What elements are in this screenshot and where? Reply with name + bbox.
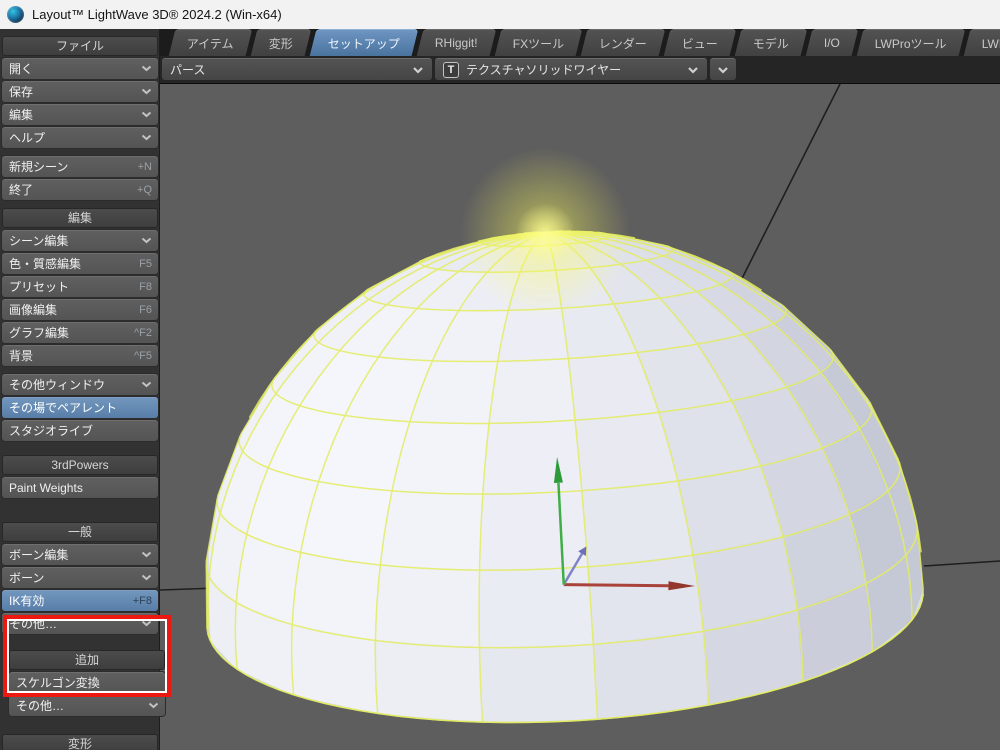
tab-label: アイテム (187, 35, 234, 52)
sidebar-item[interactable]: 新規シーン+N (2, 156, 158, 177)
tab-モデル[interactable]: モデル (735, 29, 808, 56)
tab-label: RHiggit! (435, 36, 478, 50)
sidebar-item[interactable]: IK有効+F8 (2, 590, 158, 611)
sidebar-section-general: 一般ボーン編集ボーンIK有効+F8その他… (2, 522, 158, 636)
render-mode-label: テクスチャソリッドワイヤー (466, 61, 687, 78)
sidebar-item[interactable]: ヘルプ (2, 127, 158, 148)
sidebar-item[interactable]: その他… (2, 613, 158, 634)
tab-label: LWProプリセット (982, 35, 1000, 52)
shortcut-label: +F8 (133, 595, 152, 607)
chevron-down-icon (148, 702, 159, 709)
sidebar-item[interactable]: グラフ編集^F2 (2, 322, 158, 343)
chevron-down-icon (141, 574, 152, 581)
tab-RHiggit![interactable]: RHiggit! (416, 29, 495, 56)
section-header: 変形 (2, 734, 158, 750)
tab-label: モデル (753, 35, 789, 52)
section-divider (2, 368, 158, 372)
sidebar-item[interactable]: その場でペアレント (2, 397, 158, 418)
title-bar: Layout™ LightWave 3D® 2024.2 (Win-x64) (0, 0, 1000, 29)
sidebar-item[interactable]: 開く (2, 58, 158, 79)
sidebar-section-file: ファイル開く保存編集ヘルプ新規シーン+N終了+Q (2, 36, 158, 202)
sidebar-item[interactable]: 保存 (2, 81, 158, 102)
chevron-down-icon (141, 111, 152, 118)
sidebar-item[interactable]: 終了+Q (2, 179, 158, 200)
sidebar-item[interactable]: 画像編集F6 (2, 299, 158, 320)
lightwave-logo-icon (7, 6, 24, 23)
chevron-down-icon (717, 66, 729, 74)
section-header: 一般 (2, 522, 158, 542)
chevron-down-icon (141, 88, 152, 95)
window-title: Layout™ LightWave 3D® 2024.2 (Win-x64) (32, 7, 282, 22)
viewport-options-button[interactable] (710, 58, 736, 80)
tab-変形[interactable]: 変形 (250, 29, 311, 56)
tab-アイテム[interactable]: アイテム (169, 29, 253, 56)
render-mode-dropdown[interactable]: T テクスチャソリッドワイヤー (435, 58, 707, 80)
shortcut-label: ^F2 (134, 327, 152, 339)
sidebar-item[interactable]: スケルゴン変換 (9, 672, 165, 693)
sidebar-item[interactable]: シーン編集 (2, 230, 158, 251)
sidebar-item[interactable]: その他… (9, 695, 165, 716)
sidebar-item[interactable]: 色・質感編集F5 (2, 253, 158, 274)
sidebar-item[interactable]: ボーン (2, 567, 158, 588)
chevron-down-icon (141, 65, 152, 72)
sidebar-item[interactable]: スタジオライブ (2, 420, 158, 441)
texture-mode-icon: T (443, 62, 459, 78)
sidebar-item[interactable]: ボーン編集 (2, 544, 158, 565)
tab-レンダー[interactable]: レンダー (581, 29, 666, 56)
section-header: 編集 (2, 208, 158, 228)
sidebar-item[interactable]: プリセットF8 (2, 276, 158, 297)
app-window: Layout™ LightWave 3D® 2024.2 (Win-x64) ア… (0, 0, 1000, 750)
tab-LWProツール[interactable]: LWProツール (857, 29, 966, 56)
command-sidebar: ファイル開く保存編集ヘルプ新規シーン+N終了+Q編集シーン編集色・質感編集F5プ… (0, 29, 160, 750)
chevron-down-icon (141, 551, 152, 558)
chevron-down-icon (412, 66, 424, 74)
tab-label: ビュー (682, 35, 718, 52)
viewport-3d[interactable] (160, 84, 1000, 750)
view-mode-dropdown[interactable]: パース (162, 58, 432, 80)
section-header: ファイル (2, 36, 158, 56)
tab-label: レンダー (599, 35, 647, 52)
tab-label: 変形 (269, 35, 293, 52)
sidebar-section-edit: 編集シーン編集色・質感編集F5プリセットF8画像編集F6グラフ編集^F2背景^F… (2, 208, 158, 443)
section-header: 追加 (9, 650, 165, 670)
viewport-toolbar: パース T テクスチャソリッドワイヤー (160, 56, 1000, 84)
sidebar-section-deform: 変形 (2, 734, 158, 750)
shortcut-label: ^F5 (134, 350, 152, 362)
chevron-down-icon (141, 134, 152, 141)
sidebar-item[interactable]: 背景^F5 (2, 345, 158, 366)
shortcut-label: +N (138, 161, 152, 173)
shortcut-label: F5 (139, 258, 152, 270)
shortcut-label: F8 (139, 281, 152, 293)
shortcut-label: F6 (139, 304, 152, 316)
sidebar-item[interactable]: Paint Weights (2, 477, 158, 498)
tab-LWProプリセット[interactable]: LWProプリセット (963, 29, 1000, 56)
tab-label: セットアップ (328, 35, 400, 52)
chevron-down-icon (687, 66, 699, 74)
main-tab-bar: アイテム 変形 セットアップ RHiggit! FXツール レンダー ビュー モデル I/O LW… (160, 29, 1000, 56)
chevron-down-icon (141, 237, 152, 244)
tab-セットアップ[interactable]: セットアップ (309, 29, 418, 56)
sidebar-item[interactable]: 編集 (2, 104, 158, 125)
sidebar-item[interactable]: その他ウィンドウ (2, 374, 158, 395)
section-header: 3rdPowers (2, 455, 158, 475)
view-mode-label: パース (170, 61, 205, 78)
chevron-down-icon (141, 620, 152, 627)
tab-I/O[interactable]: I/O (806, 29, 859, 56)
tab-FXツール[interactable]: FXツール (494, 29, 582, 56)
section-divider (2, 150, 158, 154)
sidebar-section-thirdpowers: 3rdPowersPaint Weights (2, 455, 158, 500)
shortcut-label: +Q (137, 184, 152, 196)
dome-object[interactable] (183, 130, 929, 740)
tab-label: LWProツール (875, 35, 947, 52)
tab-label: I/O (824, 36, 840, 50)
tab-label: FXツール (512, 35, 563, 52)
chevron-down-icon (141, 381, 152, 388)
sidebar-section-add: 追加スケルゴン変換その他… (9, 650, 165, 718)
tab-ビュー[interactable]: ビュー (664, 29, 737, 56)
